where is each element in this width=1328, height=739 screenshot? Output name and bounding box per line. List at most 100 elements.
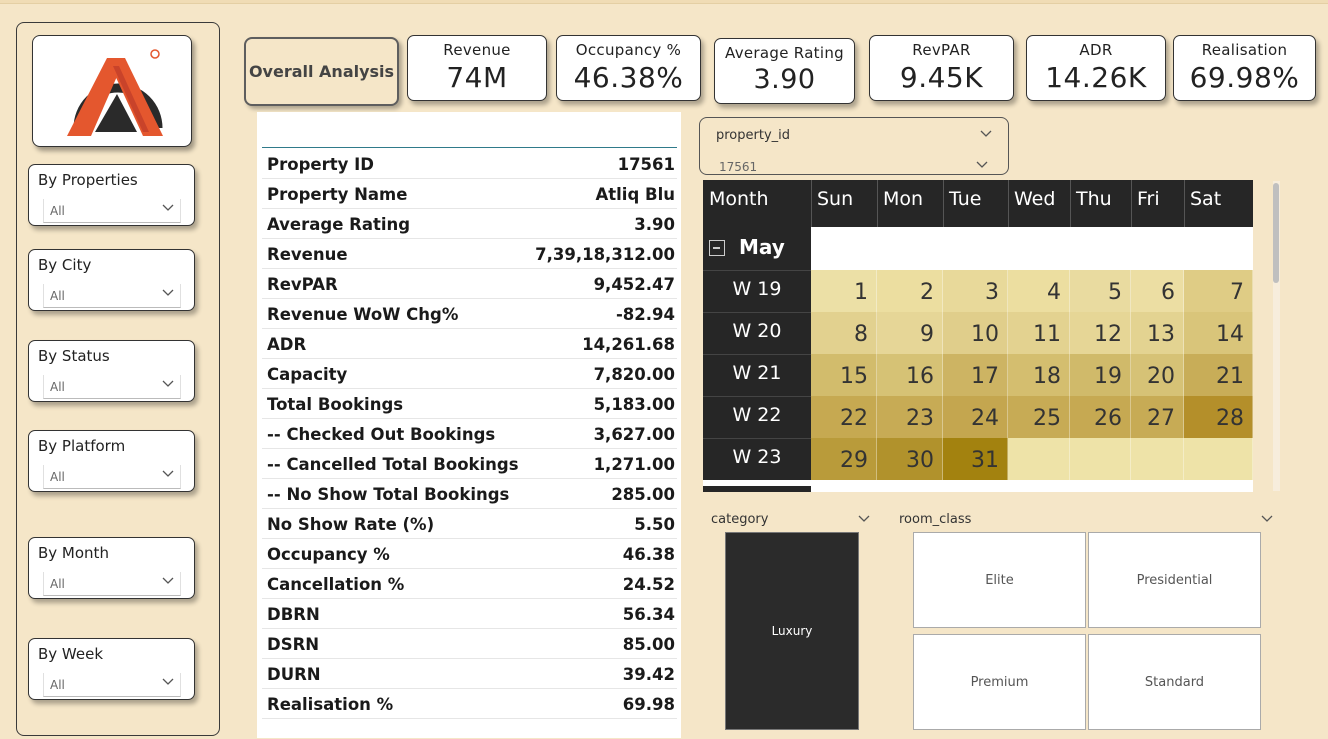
week-row-label: W 21: [703, 354, 811, 396]
chevron-down-icon: [162, 289, 174, 296]
slicer-value: 17561: [719, 160, 758, 174]
calendar-day-cell: 3: [943, 270, 1008, 312]
row-value: 7,820.00: [593, 365, 675, 384]
column-header-fri: Fri: [1131, 180, 1184, 227]
row-key: Realisation %: [267, 695, 394, 714]
column-header-mon: Mon: [877, 180, 943, 227]
slicer-by-properties[interactable]: By Properties All: [28, 164, 195, 226]
calendar-day-cell: 8: [811, 312, 877, 354]
calendar-day-cell: 15: [811, 354, 877, 396]
kpi-card-revpar: RevPAR 9.45K: [869, 35, 1014, 101]
calendar-day-cell: 18: [1008, 354, 1070, 396]
slicer-dropdown[interactable]: All: [43, 199, 181, 223]
room-class-tile-premium[interactable]: Premium: [913, 634, 1086, 730]
row-value: 7,39,18,312.00: [535, 245, 675, 264]
slicer-value: All: [50, 577, 65, 591]
sidebar: By Properties All By City All By Status …: [16, 22, 220, 736]
property-id-slicer[interactable]: property_id 17561: [699, 117, 1009, 175]
room-class-tile-standard[interactable]: Standard: [1088, 634, 1261, 730]
row-key: DURN: [267, 665, 321, 684]
slicer-value: All: [50, 204, 65, 218]
kpi-label: Realisation: [1201, 41, 1288, 59]
table-row: -- No Show Total Bookings 285.00: [262, 479, 677, 509]
row-key: Total Bookings: [267, 395, 404, 414]
table-row: DURN 39.42: [262, 659, 677, 689]
scrollbar-thumb[interactable]: [1273, 183, 1279, 283]
row-key: Capacity: [267, 365, 348, 384]
row-value: 5,183.00: [593, 395, 675, 414]
slicer-by-platform[interactable]: By Platform All: [28, 430, 195, 492]
kpi-value: 46.38%: [573, 61, 684, 94]
kpi-card-average-rating: Average Rating 3.90: [714, 38, 855, 104]
top-border: [0, 0, 1328, 4]
slicer-value: All: [50, 678, 65, 692]
chevron-down-icon[interactable]: [1261, 512, 1273, 524]
room-class-tile-presidential[interactable]: Presidential: [1088, 532, 1261, 628]
calendar-day-cell: [1184, 438, 1253, 480]
collapse-icon[interactable]: [709, 240, 725, 256]
row-value: 14,261.68: [582, 335, 675, 354]
row-key: No Show Rate (%): [267, 515, 435, 534]
chevron-down-icon[interactable]: [858, 512, 870, 524]
kpi-value: 14.26K: [1045, 61, 1147, 94]
calendar-day-cell: 14: [1184, 312, 1253, 354]
row-value: 24.52: [622, 575, 675, 594]
row-value: 285.00: [611, 485, 675, 504]
slicer-dropdown[interactable]: All: [43, 572, 181, 596]
slicer-by-city[interactable]: By City All: [28, 249, 195, 311]
kpi-label: Average Rating: [725, 44, 844, 62]
calendar-day-cell: [1008, 438, 1070, 480]
room-class-slicer-title: room_class: [899, 512, 972, 527]
slicer-by-status[interactable]: By Status All: [28, 340, 195, 402]
table-row: Revenue 7,39,18,312.00: [262, 239, 677, 269]
kpi-card-revenue: Revenue 74M: [407, 35, 547, 101]
slicer-dropdown[interactable]: All: [43, 375, 181, 399]
overall-analysis-button[interactable]: Overall Analysis: [244, 37, 399, 106]
calendar-day-cell: 25: [1008, 396, 1070, 438]
kpi-card-occupancy: Occupancy % 46.38%: [556, 35, 701, 101]
slicer-value: All: [50, 380, 65, 394]
row-key: Cancellation %: [267, 575, 405, 594]
week-row-label: W 22: [703, 396, 811, 438]
kpi-value: 3.90: [753, 64, 816, 95]
calendar-day-cell: 7: [1184, 270, 1253, 312]
row-value: 17561: [617, 155, 675, 174]
table-row: Property Name Atliq Blu: [262, 179, 677, 209]
kpi-label: Occupancy %: [575, 41, 682, 59]
chevron-down-icon[interactable]: [980, 127, 992, 139]
calendar-day-cell: 31: [943, 438, 1008, 480]
slicer-dropdown[interactable]: All: [43, 284, 181, 308]
calendar-scrollbar[interactable]: [1273, 181, 1280, 491]
calendar-day-cell: [1131, 438, 1184, 480]
header-divider: [1131, 180, 1132, 227]
calendar-day-cell: 19: [1070, 354, 1131, 396]
chevron-down-icon[interactable]: [976, 158, 988, 170]
row-value: 3,627.00: [593, 425, 675, 444]
table-row: DBRN 56.34: [262, 599, 677, 629]
room-class-tile-elite[interactable]: Elite: [913, 532, 1086, 628]
slicer-by-month[interactable]: By Month All: [28, 537, 195, 599]
column-header-month: Month: [703, 180, 811, 227]
row-key: Property Name: [267, 185, 408, 204]
table-row: No Show Rate (%) 5.50: [262, 509, 677, 539]
kpi-label: ADR: [1079, 41, 1113, 59]
month-row-may[interactable]: May: [703, 227, 811, 270]
row-key: DBRN: [267, 605, 320, 624]
slicer-by-week[interactable]: By Week All: [28, 638, 195, 700]
row-value: 1,271.00: [593, 455, 675, 474]
slicer-dropdown[interactable]: All: [43, 673, 181, 697]
calendar-day-cell: 16: [877, 354, 943, 396]
header-divider: [1070, 180, 1071, 227]
calendar-day-cell: 10: [943, 312, 1008, 354]
category-tile-luxury[interactable]: Luxury: [725, 532, 859, 730]
kpi-card-adr: ADR 14.26K: [1026, 35, 1166, 101]
slicer-title: property_id: [716, 128, 791, 143]
table-row: -- Cancelled Total Bookings 1,271.00: [262, 449, 677, 479]
table-row: Average Rating 3.90: [262, 209, 677, 239]
calendar-day-cell: 30: [877, 438, 943, 480]
column-header-tue: Tue: [943, 180, 1008, 227]
kpi-label: Revenue: [443, 41, 511, 59]
slicer-dropdown[interactable]: All: [43, 465, 181, 489]
column-header-thu: Thu: [1070, 180, 1131, 227]
column-header-sun: Sun: [811, 180, 877, 227]
